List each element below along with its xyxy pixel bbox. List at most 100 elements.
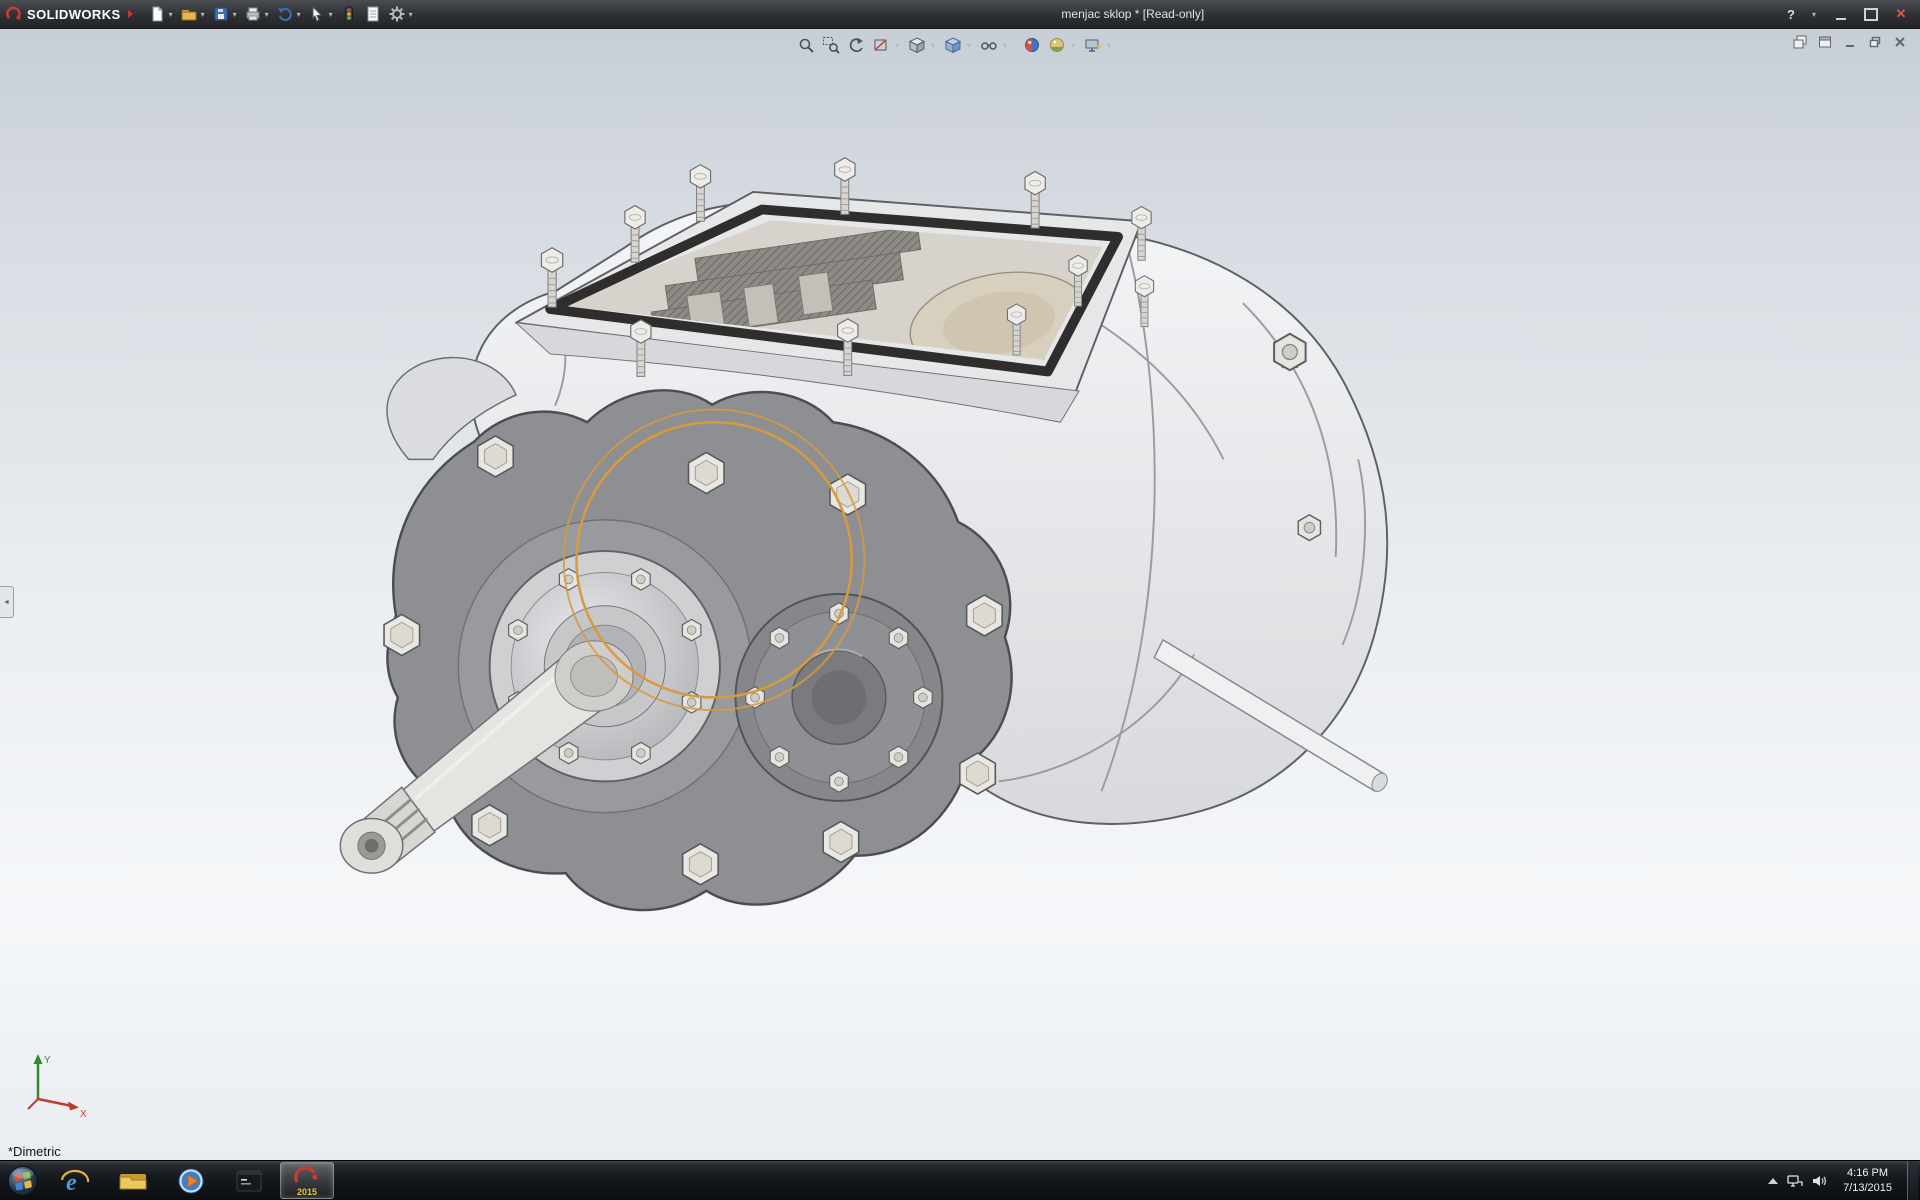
rebuild-traffic-light-icon	[340, 5, 358, 23]
edit-appearance-button[interactable]	[1021, 34, 1043, 56]
zoom-to-area-icon	[822, 36, 840, 54]
command-prompt-icon	[233, 1165, 265, 1197]
cascade-windows-button[interactable]	[1792, 34, 1808, 50]
brand-text: SOLIDWORKS	[27, 7, 121, 22]
save-button[interactable]	[209, 3, 233, 25]
view-orientation-cube-icon	[908, 36, 926, 54]
new-dropdown-icon[interactable]	[169, 10, 173, 19]
view-settings-button[interactable]	[1082, 34, 1104, 56]
internet-explorer-icon: e	[59, 1165, 91, 1197]
windows-start-orb-icon	[6, 1164, 40, 1198]
media-player-icon	[175, 1165, 207, 1197]
tray-volume-button[interactable]	[1812, 1174, 1828, 1188]
file-properties-button[interactable]	[361, 3, 385, 25]
printer-icon	[244, 5, 262, 23]
file-properties-icon	[364, 5, 382, 23]
chevron-up-icon	[1768, 1178, 1778, 1184]
help-button[interactable]: ?	[1782, 5, 1800, 23]
taskbar-command-prompt[interactable]	[222, 1162, 276, 1199]
options-button[interactable]	[385, 3, 409, 25]
print-button[interactable]	[241, 3, 265, 25]
new-window-button[interactable]	[1817, 34, 1833, 50]
undo-arrow-icon	[276, 5, 294, 23]
reference-triad: Y X	[20, 1047, 92, 1119]
undo-dropdown-icon[interactable]	[297, 10, 301, 19]
folder-icon	[117, 1165, 149, 1197]
minimize-button[interactable]	[1832, 5, 1850, 23]
taskbar-solidworks[interactable]: 2015	[280, 1162, 334, 1199]
zoom-to-area-button[interactable]	[820, 34, 842, 56]
apply-scene-icon	[1048, 36, 1066, 54]
open-button[interactable]	[177, 3, 201, 25]
select-dropdown-icon[interactable]	[329, 10, 333, 19]
cascade-windows-icon	[1793, 35, 1807, 49]
open-dropdown-icon[interactable]	[201, 10, 205, 19]
new-document-icon	[148, 5, 166, 23]
solidworks-version-badge: 2015	[297, 1187, 317, 1197]
save-dropdown-icon[interactable]	[233, 10, 237, 19]
apply-scene-dropdown-icon[interactable]	[1071, 41, 1075, 50]
display-style-button[interactable]	[942, 34, 964, 56]
taskbar-clock[interactable]: 4:16 PM 7/13/2015	[1837, 1166, 1898, 1195]
taskbar-internet-explorer[interactable]: e	[48, 1162, 102, 1199]
windows-taskbar: e	[0, 1160, 1920, 1200]
undo-button[interactable]	[273, 3, 297, 25]
new-window-icon	[1818, 35, 1832, 49]
network-icon	[1787, 1174, 1803, 1188]
select-cursor-icon	[308, 5, 326, 23]
speaker-icon	[1812, 1174, 1828, 1188]
window-title: menjac sklop * [Read-only]	[1061, 7, 1204, 21]
rebuild-button[interactable]	[337, 3, 361, 25]
close-icon	[1896, 6, 1907, 22]
new-button[interactable]	[145, 3, 169, 25]
previous-view-button[interactable]	[845, 34, 867, 56]
view-settings-dropdown-icon[interactable]	[1107, 41, 1111, 50]
menu-expand-arrow-icon[interactable]	[128, 10, 133, 18]
help-dropdown-icon[interactable]	[1812, 10, 1816, 19]
front-cover-plate[interactable]	[340, 390, 1011, 910]
section-view-icon	[872, 36, 890, 54]
gearbox-model[interactable]	[0, 28, 1920, 1161]
close-document-button[interactable]	[1892, 34, 1908, 50]
taskbar-windows-explorer[interactable]	[106, 1162, 160, 1199]
print-dropdown-icon[interactable]	[265, 10, 269, 19]
close-button[interactable]	[1892, 5, 1910, 23]
previous-view-icon	[847, 36, 865, 54]
solidworks-window: SOLIDWORKS	[0, 0, 1920, 1200]
display-style-dropdown-icon[interactable]	[967, 41, 971, 50]
section-view-button[interactable]	[870, 34, 892, 56]
apply-scene-button[interactable]	[1046, 34, 1068, 56]
restore-document-button[interactable]	[1867, 34, 1883, 50]
options-gear-icon	[388, 5, 406, 23]
close-document-icon	[1893, 35, 1907, 49]
hide-show-dropdown-icon[interactable]	[1003, 41, 1007, 50]
tray-network-button[interactable]	[1787, 1174, 1803, 1188]
minimize-icon	[1836, 9, 1846, 20]
show-desktop-button[interactable]	[1907, 1161, 1918, 1200]
minimize-document-button[interactable]	[1842, 34, 1858, 50]
tray-expand-button[interactable]	[1768, 1178, 1778, 1184]
start-button[interactable]	[0, 1161, 46, 1200]
view-orientation-button[interactable]	[906, 34, 928, 56]
display-style-icon	[944, 36, 962, 54]
zoom-to-fit-button[interactable]	[795, 34, 817, 56]
view-orientation-dropdown-icon[interactable]	[931, 41, 935, 50]
panel-collapse-tab[interactable]	[0, 586, 14, 618]
view-orientation-label: *Dimetric	[8, 1144, 61, 1159]
secondary-bearing-cover[interactable]	[736, 594, 943, 801]
view-settings-icon	[1084, 36, 1102, 54]
solidworks-logo[interactable]: SOLIDWORKS	[0, 6, 145, 22]
maximize-button[interactable]	[1862, 5, 1880, 23]
document-window-controls	[1792, 34, 1908, 50]
hide-show-items-button[interactable]	[978, 34, 1000, 56]
options-dropdown-icon[interactable]	[409, 10, 413, 19]
taskbar-media-player[interactable]	[164, 1162, 218, 1199]
select-button[interactable]	[305, 3, 329, 25]
triad-y-label: Y	[44, 1055, 51, 1066]
save-floppy-icon	[212, 5, 230, 23]
titlebar: SOLIDWORKS	[0, 0, 1920, 29]
restore-document-icon	[1868, 35, 1882, 49]
maximize-icon	[1864, 8, 1878, 21]
section-view-dropdown-icon[interactable]	[895, 41, 899, 50]
graphics-area[interactable]: Y X *Dimetric	[0, 28, 1920, 1161]
